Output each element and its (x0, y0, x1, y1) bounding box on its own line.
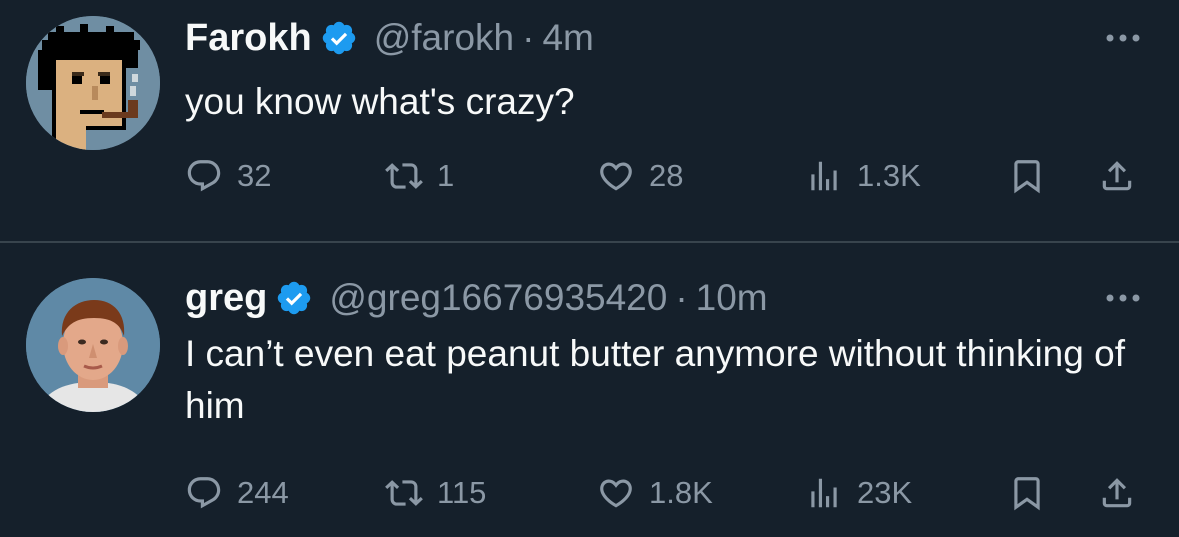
avatar[interactable] (26, 16, 160, 150)
separator-dot: · (675, 277, 688, 318)
handle[interactable]: @greg16676935420 (329, 277, 667, 319)
tweet-header: greg @greg16676935420 · 10m (185, 276, 1119, 320)
handle[interactable]: @farokh (374, 17, 514, 59)
reply-button[interactable]: 244 (185, 469, 289, 517)
reply-count: 244 (237, 475, 289, 510)
pixel-punk-avatar-icon (26, 16, 160, 150)
share-icon (1102, 478, 1132, 508)
tweet-text: I can’t even eat peanut butter anymore w… (185, 333, 1125, 426)
views-count: 23K (857, 475, 913, 510)
tweet[interactable]: greg @greg16676935420 · 10m I can’t even… (0, 243, 1179, 537)
views-button[interactable]: 1.3K (805, 152, 921, 200)
avatar[interactable] (26, 278, 160, 412)
display-name[interactable]: greg (185, 277, 267, 320)
tweet[interactable]: Farokh @farokh · 4m you know what's craz… (0, 0, 1179, 242)
like-count: 1.8K (649, 475, 713, 510)
more-icon[interactable] (1103, 288, 1143, 308)
views-icon (811, 161, 837, 191)
views-count: 1.3K (857, 158, 921, 193)
share-button[interactable] (1098, 469, 1136, 517)
tweet-header: Farokh @farokh · 4m (185, 16, 1119, 60)
photo-avatar-icon (26, 278, 160, 412)
bookmark-button[interactable] (1008, 152, 1046, 200)
tweet-text: you know what's crazy? (185, 81, 575, 122)
heart-icon (600, 162, 632, 191)
repost-button[interactable]: 115 (385, 469, 486, 517)
separator-dot: · (522, 17, 535, 58)
repost-button[interactable]: 1 (385, 152, 454, 200)
more-icon[interactable] (1103, 28, 1143, 48)
verified-badge-icon (322, 21, 355, 55)
reply-icon (187, 160, 221, 192)
like-count: 28 (649, 158, 684, 193)
reply-button[interactable]: 32 (185, 152, 271, 200)
bookmark-icon (1014, 477, 1040, 511)
action-bar: 32 1 28 1.3K (185, 152, 1155, 200)
views-button[interactable]: 23K (805, 469, 912, 517)
display-name[interactable]: Farokh (185, 17, 312, 60)
share-icon (1102, 161, 1132, 191)
heart-icon (600, 479, 632, 508)
reply-icon (187, 477, 221, 509)
reply-count: 32 (237, 158, 272, 193)
like-button[interactable]: 1.8K (597, 469, 713, 517)
bookmark-button[interactable] (1008, 469, 1046, 517)
like-button[interactable]: 28 (597, 152, 683, 200)
action-bar: 244 115 1.8K 23K (185, 469, 1155, 517)
repost-icon (385, 163, 423, 189)
repost-count: 1 (437, 158, 455, 193)
share-button[interactable] (1098, 152, 1136, 200)
repost-icon (385, 480, 423, 506)
verified-badge-icon (278, 281, 311, 315)
timestamp[interactable]: 10m (696, 277, 768, 319)
repost-count: 115 (437, 475, 487, 510)
timestamp[interactable]: 4m (542, 17, 593, 59)
views-icon (811, 478, 837, 508)
bookmark-icon (1014, 160, 1040, 194)
